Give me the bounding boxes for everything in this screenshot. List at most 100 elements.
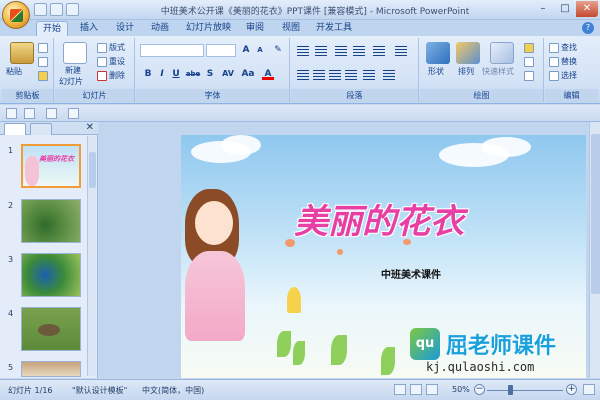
spacing-button[interactable]: AV — [220, 68, 236, 80]
fit-window-icon[interactable] — [583, 384, 595, 395]
increase-indent-icon[interactable] — [353, 46, 365, 56]
leaf — [331, 335, 347, 365]
format-painter-icon[interactable] — [38, 71, 48, 81]
slide-subtitle[interactable]: 中班美术课件 — [381, 266, 441, 281]
editor-scroll-thumb[interactable] — [591, 134, 600, 294]
text-direction-icon[interactable] — [395, 46, 407, 56]
close-button[interactable]: ✕ — [576, 1, 598, 17]
shapes-button[interactable]: 形状 — [428, 66, 444, 78]
slide-thumbnail[interactable]: 美丽的花衣 — [21, 144, 81, 188]
shadow-button[interactable]: S — [204, 68, 216, 80]
shape-effects-icon[interactable] — [524, 71, 534, 81]
italic-button[interactable]: I — [156, 68, 168, 80]
slideshow-view-icon[interactable] — [426, 384, 438, 395]
delete-button[interactable]: 删除 — [97, 70, 125, 82]
tab-slideshow[interactable]: 幻灯片放映 — [180, 21, 237, 36]
reset-button[interactable]: 重设 — [97, 56, 125, 68]
toolbar-icon-1[interactable] — [6, 108, 17, 119]
align-right-icon[interactable] — [329, 70, 341, 80]
align-text-icon[interactable] — [383, 70, 395, 80]
slide-title[interactable]: 美丽的花衣 — [269, 194, 489, 243]
underline-button[interactable]: U — [170, 68, 182, 80]
select-button[interactable]: 选择 — [549, 70, 577, 82]
delete-label: 删除 — [109, 71, 125, 80]
sorter-view-icon[interactable] — [410, 384, 422, 395]
toolbar-icon-2[interactable] — [24, 108, 35, 119]
slides-panel: ✕ 1 美丽的花衣 2 3 4 5 — [0, 122, 98, 378]
normal-view-icon[interactable] — [394, 384, 406, 395]
layout-icon — [97, 43, 107, 53]
undo-icon[interactable] — [50, 3, 63, 16]
clear-format-icon[interactable]: ✎ — [272, 44, 284, 56]
watermark-logo: qu — [410, 328, 440, 360]
zoom-slider[interactable] — [487, 390, 563, 391]
font-name-box[interactable] — [140, 44, 204, 57]
quick-styles-button[interactable]: 快速样式 — [482, 66, 514, 78]
numbering-icon[interactable] — [315, 46, 327, 56]
shape-fill-icon[interactable] — [524, 43, 534, 53]
font-color-button[interactable]: A — [262, 68, 274, 80]
paste-icon[interactable] — [10, 42, 34, 64]
toolbar-icon-4[interactable] — [68, 108, 79, 119]
minimize-button[interactable]: – — [532, 1, 554, 17]
zoom-slider-knob[interactable] — [507, 385, 513, 395]
decrease-indent-icon[interactable] — [335, 46, 347, 56]
shrink-font-icon[interactable]: A — [254, 44, 266, 56]
quick-styles-icon[interactable] — [490, 42, 514, 64]
help-icon[interactable]: ? — [582, 22, 594, 34]
cut-icon[interactable] — [38, 43, 48, 53]
bullets-icon[interactable] — [297, 46, 309, 56]
font-size-box[interactable] — [206, 44, 236, 57]
zoom-in-button[interactable]: + — [566, 384, 577, 395]
toolbar-icon-3[interactable] — [46, 108, 57, 119]
tab-animation[interactable]: 动画 — [145, 21, 175, 36]
tab-insert[interactable]: 插入 — [74, 21, 104, 36]
find-button[interactable]: 查找 — [549, 42, 577, 54]
leaf — [277, 331, 291, 357]
tab-developer[interactable]: 开发工具 — [310, 21, 358, 36]
change-case-button[interactable]: Aa — [240, 68, 256, 80]
slide-canvas[interactable]: 美丽的花衣 中班美术课件 qu 屈老师课件 kj.qulaoshi.com — [181, 135, 586, 378]
shapes-icon[interactable] — [426, 42, 450, 64]
maximize-button[interactable]: □ — [554, 1, 576, 17]
tab-review[interactable]: 审阅 — [240, 21, 270, 36]
slide-thumbnail[interactable] — [21, 361, 81, 377]
line-spacing-icon[interactable] — [373, 46, 385, 56]
office-button[interactable] — [2, 1, 30, 29]
panel-scroll-thumb[interactable] — [89, 152, 96, 188]
layout-button[interactable]: 版式 — [97, 42, 125, 54]
align-center-icon[interactable] — [313, 70, 325, 80]
new-slide-button-line2[interactable]: 幻灯片 — [59, 76, 83, 88]
close-panel-icon[interactable]: ✕ — [86, 122, 94, 133]
outline-tab[interactable] — [30, 123, 52, 135]
arrange-button[interactable]: 排列 — [458, 66, 474, 78]
font-group-label: 字体 — [136, 89, 289, 102]
paste-button[interactable]: 粘贴 — [6, 66, 22, 78]
replace-button[interactable]: 替换 — [549, 56, 577, 68]
strike-button[interactable]: abe — [184, 68, 202, 80]
tab-home[interactable]: 开始 — [36, 21, 69, 36]
panel-scrollbar[interactable] — [87, 136, 96, 376]
justify-icon[interactable] — [345, 70, 357, 80]
new-slide-icon[interactable] — [63, 42, 87, 64]
columns-icon[interactable] — [363, 70, 375, 80]
slide-thumbnail[interactable] — [21, 253, 81, 297]
tab-view[interactable]: 视图 — [276, 21, 306, 36]
arrange-icon[interactable] — [456, 42, 480, 64]
language-indicator[interactable]: 中文(简体，中国) — [142, 385, 204, 396]
redo-icon[interactable] — [66, 3, 79, 16]
slide-thumbnail[interactable] — [21, 199, 81, 243]
shape-outline-icon[interactable] — [524, 57, 534, 67]
copy-icon[interactable] — [38, 57, 48, 67]
slide-thumbnail[interactable] — [21, 307, 81, 351]
find-icon — [549, 43, 559, 53]
save-icon[interactable] — [34, 3, 47, 16]
zoom-out-button[interactable]: − — [474, 384, 485, 395]
grow-font-icon[interactable]: A — [240, 44, 252, 56]
tab-design[interactable]: 设计 — [110, 21, 140, 36]
bold-button[interactable]: B — [142, 68, 154, 80]
align-left-icon[interactable] — [297, 70, 309, 80]
slides-tab[interactable] — [4, 123, 26, 135]
editor-scrollbar[interactable] — [589, 122, 600, 378]
zoom-level[interactable]: 50% — [452, 385, 470, 394]
